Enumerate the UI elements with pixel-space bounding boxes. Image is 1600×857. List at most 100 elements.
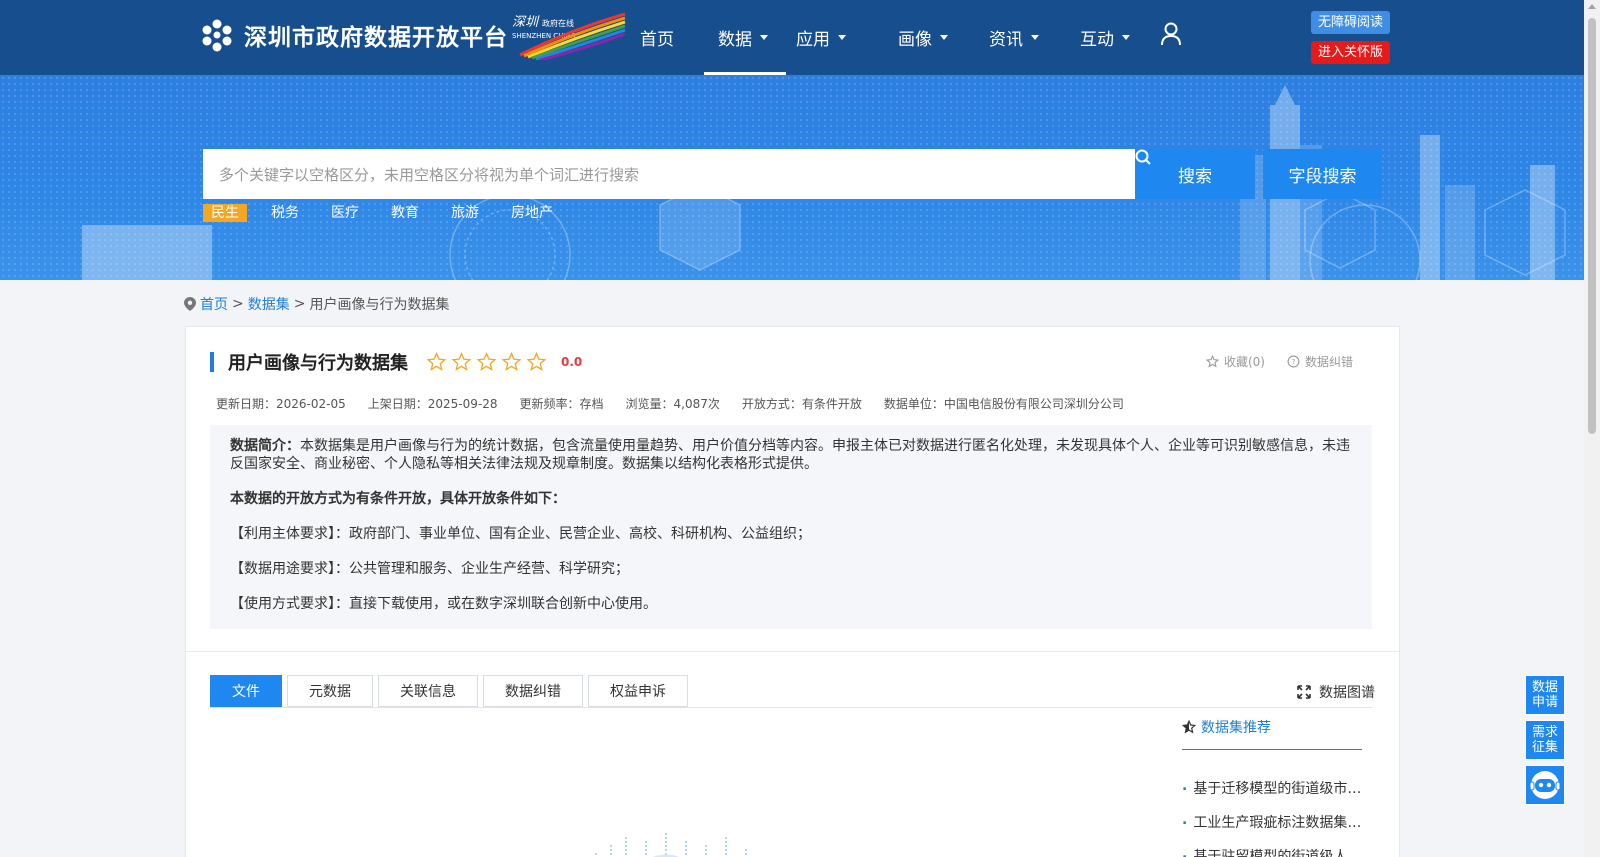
tab-rights-appeal[interactable]: 权益申诉 [588, 675, 688, 707]
data-graph-link[interactable]: 数据图谱 [1297, 682, 1375, 702]
star-icon[interactable] [426, 352, 447, 372]
dataset-actions: 收藏(0) ? 数据纠错 [1205, 353, 1353, 370]
hot-tag[interactable]: 教育 [383, 204, 427, 222]
breadcrumb-separator: > [293, 296, 306, 312]
chevron-down-icon [1031, 35, 1039, 40]
breadcrumb-datasets-link[interactable]: 数据集 [248, 294, 290, 314]
star-outline-icon [1205, 355, 1219, 368]
search-placeholder: 多个关键字以空格区分，未用空格区分将视为单个词汇进行搜索 [219, 165, 640, 184]
accessibility-button[interactable]: 无障碍阅读 [1311, 11, 1390, 34]
description-paragraph: 数据简介：本数据集是用户画像与行为的统计数据，包含流量使用量趋势、用户价值分档等… [230, 437, 1352, 473]
tab-data-correction[interactable]: 数据纠错 [483, 675, 583, 707]
hot-tag[interactable]: 旅游 [443, 204, 487, 222]
page-scrollbar[interactable] [1584, 0, 1600, 857]
rating-stars[interactable] [426, 352, 547, 372]
dataset-description: 数据简介：本数据集是用户画像与行为的统计数据，包含流量使用量趋势、用户价值分档等… [210, 425, 1372, 629]
search-input[interactable]: 多个关键字以空格区分，未用空格区分将视为单个词汇进行搜索 [203, 149, 1135, 199]
data-apply-button[interactable]: 数据 申请 [1525, 675, 1565, 715]
shenzhen-china-logo-icon: 深圳 政府在线 SHENZHEN CHINA [512, 12, 626, 60]
star-icon[interactable] [526, 352, 547, 372]
scroll-up-arrow-icon[interactable] [1588, 4, 1596, 9]
nav-profile[interactable]: 画像 [878, 0, 970, 75]
nav-apps[interactable]: 应用 [786, 0, 878, 75]
top-navbar: 深圳市政府数据开放平台 深圳 政府在线 SHENZHEN CHINA 首页 数据… [0, 0, 1584, 75]
search-button-label: 搜索 [1178, 166, 1212, 187]
data-graph-label: 数据图谱 [1319, 685, 1375, 701]
tab-related-info[interactable]: 关联信息 [378, 675, 478, 707]
bullet-dot: . [1182, 812, 1188, 828]
rating-score: 0.0 [561, 355, 583, 369]
star-icon[interactable] [501, 352, 522, 372]
scrollbar-thumb[interactable] [1588, 18, 1596, 434]
conditions-heading-text: 本数据的开放方式为有条件开放，具体开放条件如下： [230, 491, 566, 507]
chevron-down-icon [940, 35, 948, 40]
conditions-heading: 本数据的开放方式为有条件开放，具体开放条件如下： [230, 490, 1352, 508]
chatbot-button[interactable] [1525, 765, 1565, 805]
title-accent-bar [210, 352, 214, 372]
favorite-button[interactable]: 收藏(0) [1205, 353, 1265, 370]
chevron-down-icon [838, 35, 846, 40]
condition-item: 【数据用途要求】：公共管理和服务、企业生产经营、科学研究； [230, 561, 629, 577]
meta-published: 上架日期：2025-09-28 [367, 397, 498, 411]
tab-files[interactable]: 文件 [210, 675, 282, 707]
dataset-title-bar: 用户画像与行为数据集 0.0 [210, 349, 582, 375]
description-text: 本数据集是用户画像与行为的统计数据，包含流量使用量趋势、用户价值分档等内容。申报… [230, 438, 1350, 472]
meta-views: 浏览量：4,087次 [625, 397, 720, 411]
tabs-underline [210, 707, 1372, 708]
site-logo[interactable]: 深圳市政府数据开放平台 [200, 18, 508, 52]
recommend-panel: 数据集推荐 . 基于迁移模型的街道级市民出行数据集 . 工业生产瑕疵标注数据集合集 … [1182, 717, 1362, 857]
nav-data-label: 数据 [718, 30, 752, 50]
breadcrumb-home-link[interactable]: 首页 [200, 294, 228, 314]
hot-tag[interactable]: 房地产 [503, 204, 561, 222]
hot-tag[interactable]: 医疗 [323, 204, 367, 222]
site-title: 深圳市政府数据开放平台 [244, 25, 508, 51]
data-correction-label: 数据纠错 [1304, 355, 1353, 369]
meta-source: 数据单位：中国电信股份有限公司深圳分公司 [883, 397, 1124, 411]
recommend-item[interactable]: . 基于迁移模型的街道级市民出行数据集 [1182, 778, 1362, 812]
hot-tag[interactable]: 民生 [203, 204, 247, 222]
detail-tabs: 文件 元数据 关联信息 数据纠错 权益申诉 [210, 675, 688, 707]
recommend-title: 数据集推荐 [1201, 720, 1271, 736]
nav-news[interactable]: 资讯 [970, 0, 1062, 75]
recommend-list: . 基于迁移模型的街道级市民出行数据集 . 工业生产瑕疵标注数据集合集 . 基于驻留模… [1182, 778, 1362, 857]
main-nav: 首页 数据 应用 画像 资讯 互动 [640, 0, 1154, 75]
dataset-card: 用户画像与行为数据集 0.0 收藏(0) ? 数据纠错 更新日期：2026-02… [185, 326, 1400, 857]
tab-metadata[interactable]: 元数据 [287, 675, 373, 707]
search-button[interactable]: 搜索 [1135, 149, 1255, 199]
svg-text:?: ? [1292, 357, 1296, 366]
care-mode-button[interactable]: 进入关怀版 [1311, 41, 1390, 64]
favorite-label: 收藏(0) [1223, 355, 1265, 369]
field-search-button[interactable]: 字段搜索 [1263, 149, 1382, 199]
nav-home[interactable]: 首页 [640, 0, 704, 75]
description-label: 数据简介： [230, 438, 300, 454]
nav-news-label: 资讯 [989, 30, 1023, 50]
demand-collection-button[interactable]: 需求 征集 [1525, 720, 1565, 760]
svg-text:深圳: 深圳 [512, 15, 540, 30]
data-correction-button[interactable]: ? 数据纠错 [1287, 353, 1353, 370]
meta-open-mode: 开放方式：有条件开放 [741, 397, 862, 411]
bullet-dot: . [1182, 778, 1188, 794]
nav-home-label: 首页 [640, 30, 674, 50]
user-icon[interactable] [1160, 22, 1182, 46]
condition-item: 【使用方式要求】：直接下载使用，或在数字深圳联合创新中心使用。 [230, 596, 657, 612]
recommend-item[interactable]: . 工业生产瑕疵标注数据集合集 [1182, 812, 1362, 846]
nav-data[interactable]: 数据 [704, 0, 786, 75]
recommend-item[interactable]: . 基于驻留模型的街道级人口数据集 [1182, 846, 1362, 857]
dataset-meta: 更新日期：2026-02-05 上架日期：2025-09-28 更新频率：存档 … [216, 395, 1146, 412]
star-icon[interactable] [476, 352, 497, 372]
location-pin-icon [184, 297, 196, 311]
recommend-item-label: 基于驻留模型的街道级人口数据集 [1193, 849, 1362, 857]
nav-interact[interactable]: 互动 [1062, 0, 1154, 75]
breadcrumb: 首页 > 数据集 > 用户画像与行为数据集 [184, 294, 449, 314]
robot-icon [1529, 771, 1561, 799]
chevron-down-icon [1122, 35, 1130, 40]
hot-tags: 民生 税务 医疗 教育 旅游 房地产 [203, 204, 577, 222]
hot-tag[interactable]: 税务 [263, 204, 307, 222]
search-icon [1135, 149, 1151, 165]
nav-apps-label: 应用 [796, 30, 830, 50]
condition-item: 【利用主体要求】：政府部门、事业单位、国有企业、民营企业、高校、科研机构、公益组… [230, 526, 811, 542]
expand-icon [1297, 685, 1311, 699]
nav-interact-label: 互动 [1080, 30, 1114, 50]
svg-text:政府在线: 政府在线 [542, 18, 574, 28]
star-icon[interactable] [451, 352, 472, 372]
